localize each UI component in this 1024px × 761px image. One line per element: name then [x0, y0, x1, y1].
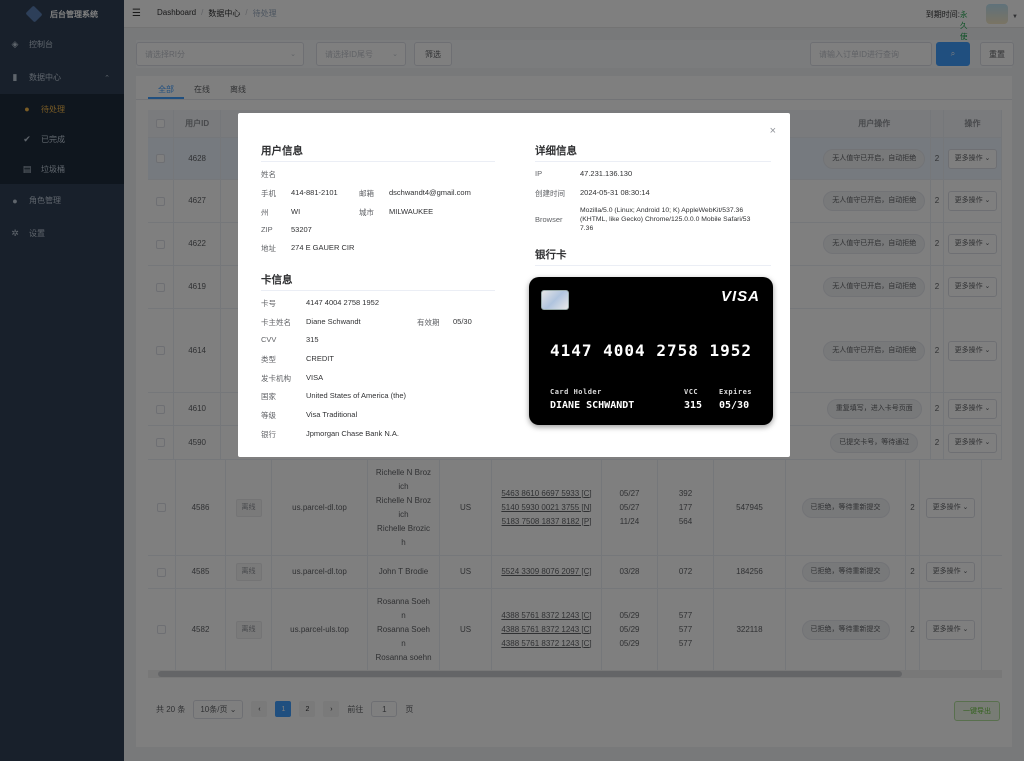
expiry-value: 05/30: [453, 317, 472, 326]
bank-card-title: 银行卡: [535, 249, 567, 261]
close-icon[interactable]: ×: [770, 125, 776, 137]
card-info-title: 卡信息: [261, 274, 293, 286]
browser-line: (KHTML, like Gecko) Chrome/125.0.0.0 Mob…: [580, 216, 751, 223]
issuer-value: VISA: [306, 373, 324, 382]
email-value: dschwandt4@gmail.com: [389, 188, 471, 197]
vcc-value: 315: [684, 400, 703, 411]
card-holder-label: Card Holder: [550, 388, 602, 396]
divider: [535, 265, 771, 266]
expires-label: Expires: [719, 388, 753, 396]
browser-line: Mozilla/5.0 (Linux; Android 10; K) Apple…: [580, 207, 744, 214]
card-chip-icon: [541, 290, 569, 310]
country-label: 国家: [261, 392, 276, 401]
cvv-label: CVV: [261, 335, 277, 344]
state-label: 州: [261, 208, 269, 217]
card-no-label: 卡号: [261, 299, 276, 308]
browser-line: 7.36: [580, 225, 594, 232]
divider: [261, 290, 495, 291]
ip-value: 47.231.136.130: [580, 169, 633, 178]
email-label: 邮箱: [359, 189, 374, 198]
address-label: 地址: [261, 244, 276, 253]
card-holder-name: DIANE SCHWANDT: [550, 400, 635, 411]
card-number-display: 4147 4004 2758 1952: [549, 341, 753, 360]
expiry-label: 有效期: [417, 318, 440, 327]
browser-value: Mozilla/5.0 (Linux; Android 10; K) Apple…: [580, 206, 772, 233]
city-label: 城市: [359, 208, 374, 217]
bank-card-visual: VISA 4147 4004 2758 1952 Card Holder DIA…: [529, 277, 773, 425]
vcc-label: VCC: [684, 388, 699, 396]
level-value: Visa Traditional: [306, 410, 358, 419]
cvv-value: 315: [306, 335, 319, 344]
type-label: 类型: [261, 355, 276, 364]
card-no-value: 4147 4004 2758 1952: [306, 298, 379, 307]
browser-label: Browser: [535, 215, 563, 224]
bank-label: 银行: [261, 430, 276, 439]
country-value: United States of America (the): [306, 391, 407, 400]
state-value: WI: [291, 207, 301, 216]
city-value: MILWAUKEE: [389, 207, 434, 216]
divider: [535, 161, 771, 162]
zip-label: ZIP: [261, 225, 273, 234]
divider: [261, 161, 495, 162]
detail-title: 详细信息: [535, 145, 577, 157]
phone-value: 414-881-2101: [291, 188, 338, 197]
bank-value: Jpmorgan Chase Bank N.A.: [306, 429, 399, 438]
ip-label: IP: [535, 169, 543, 178]
type-value: CREDIT: [306, 354, 334, 363]
name-label: 姓名: [261, 170, 276, 179]
created-value: 2024-05-31 08:30:14: [580, 188, 650, 197]
created-label: 创建时间: [535, 189, 565, 198]
visa-logo: VISA: [720, 288, 760, 305]
detail-modal: × 用户信息 姓名 手机 414-881-2101 邮箱 dschwandt4@…: [238, 113, 790, 457]
holder-label: 卡主姓名: [261, 318, 291, 327]
phone-label: 手机: [261, 189, 276, 198]
holder-value: Diane Schwandt: [306, 317, 361, 326]
address-value: 274 E GAUER CIR: [291, 243, 355, 252]
zip-value: 53207: [291, 225, 312, 234]
user-info-title: 用户信息: [261, 145, 303, 157]
expires-value: 05/30: [719, 400, 750, 411]
level-label: 等级: [261, 411, 276, 420]
issuer-label: 发卡机构: [261, 374, 291, 383]
